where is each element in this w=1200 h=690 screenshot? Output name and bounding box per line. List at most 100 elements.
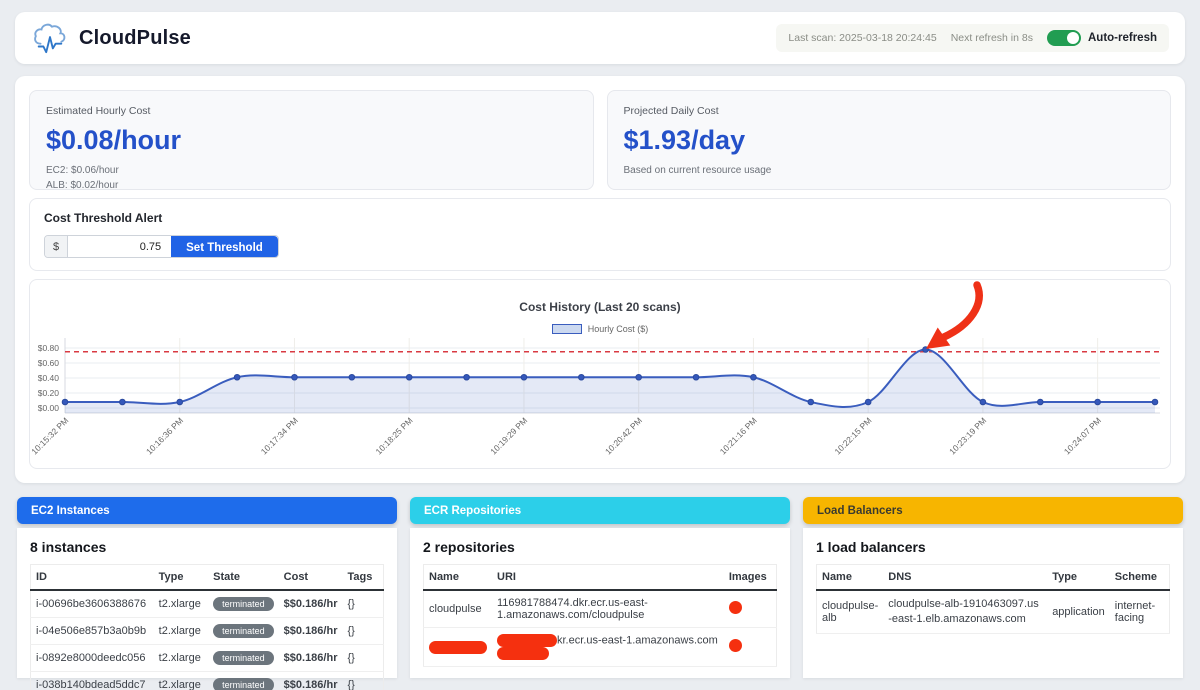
state-badge: terminated <box>213 678 274 690</box>
svg-text:10:15:32 PM: 10:15:32 PM <box>30 415 70 456</box>
cell-lb-name: cloudpulse-alb <box>817 590 884 633</box>
col-id: ID <box>31 565 154 591</box>
cell-lb-dns: cloudpulse-alb-1910463097.us-east-1.elb.… <box>883 590 1047 633</box>
cloudpulse-logo <box>31 21 69 55</box>
svg-text:10:17:34 PM: 10:17:34 PM <box>259 415 300 456</box>
table-row: i-04e506e857b3a0b9bt2.xlarge terminated $$… <box>31 618 384 645</box>
cell-state: terminated <box>208 618 279 645</box>
daily-cost-value: $1.93/day <box>624 125 1155 156</box>
cell-cost: $$0.186/hr <box>279 672 343 690</box>
redaction-mark <box>497 634 557 647</box>
cell-cost: $$0.186/hr <box>279 590 343 618</box>
col-dns: DNS <box>883 565 1047 591</box>
cell-images <box>724 628 777 667</box>
svg-text:10:18:25 PM: 10:18:25 PM <box>373 415 414 456</box>
cell-state: terminated <box>208 645 279 672</box>
cell-repo-uri: 116981788474.dkr.ecr.us-east-1.amazonaws… <box>492 590 724 628</box>
cell-images <box>724 590 777 628</box>
table-row: i-0892e8000deedc056t2.xlargeterminated$$… <box>31 645 384 672</box>
cell-instance-type: t2.xlarge <box>154 618 208 645</box>
alb-cost-line: ALB: $0.02/hour <box>46 179 577 194</box>
cell-state: terminated <box>208 590 279 618</box>
cell-lb-scheme: internet-facing <box>1110 590 1170 633</box>
col-name: Name <box>424 565 493 591</box>
svg-text:10:21:16 PM: 10:21:16 PM <box>718 415 759 456</box>
svg-text:10:24:07 PM: 10:24:07 PM <box>1062 415 1103 456</box>
col-uri: URI <box>492 565 724 591</box>
cell-cost: $$0.186/hr <box>279 618 343 645</box>
cell-repo-uri: kr.ecr.us-east-1.amazonaws.com <box>492 628 724 667</box>
ec2-count: 8 instances <box>30 539 384 555</box>
svg-text:10:20:42 PM: 10:20:42 PM <box>603 415 644 456</box>
hourly-cost-value: $0.08/hour <box>46 125 577 156</box>
cell-repo-name: cloudpulse <box>424 590 493 628</box>
cell-tags: {} <box>342 672 383 690</box>
daily-cost-note: Based on current resource usage <box>624 164 1155 179</box>
auto-refresh-label: Auto-refresh <box>1088 32 1157 44</box>
state-badge: terminated <box>213 597 274 611</box>
threshold-title: Cost Threshold Alert <box>44 211 1156 225</box>
svg-text:10:19:29 PM: 10:19:29 PM <box>488 415 529 456</box>
cell-instance-id: i-00696be3606388676 <box>31 590 154 618</box>
table-row: cloudpulse-albcloudpulse-alb-1910463097.… <box>817 590 1170 633</box>
toggle-knob <box>1067 32 1079 44</box>
set-threshold-button[interactable]: Set Threshold <box>171 236 278 258</box>
lb-panel: Load Balancers 1 load balancers Name DNS… <box>803 497 1183 678</box>
cell-instance-type: t2.xlarge <box>154 672 208 690</box>
col-name: Name <box>817 565 884 591</box>
svg-text:$0.40: $0.40 <box>38 373 60 383</box>
lb-table: Name DNS Type Scheme cloudpulse-albcloud… <box>816 564 1170 634</box>
cell-state: terminated <box>208 672 279 690</box>
col-scheme: Scheme <box>1110 565 1170 591</box>
cost-history-chart: Cost History (Last 20 scans) Hourly Cost… <box>29 279 1171 469</box>
line-chart-canvas: $0.00$0.20$0.40$0.60$0.8010:15:32 PM10:1… <box>30 280 1170 469</box>
ec2-table: ID Type State Cost Tags i-00696be3606388… <box>30 564 384 690</box>
cell-cost: $$0.186/hr <box>279 645 343 672</box>
lb-panel-header: Load Balancers <box>803 497 1183 524</box>
svg-text:10:23:19 PM: 10:23:19 PM <box>947 415 988 456</box>
hourly-cost-label: Estimated Hourly Cost <box>46 105 577 117</box>
ecr-panel: ECR Repositories 2 repositories Name URI… <box>410 497 790 678</box>
col-type: Type <box>154 565 208 591</box>
svg-text:10:16:36 PM: 10:16:36 PM <box>144 415 185 456</box>
daily-cost-card: Projected Daily Cost $1.93/day Based on … <box>607 90 1172 190</box>
table-row: i-00696be3606388676t2.xlargeterminated$$… <box>31 590 384 618</box>
ecr-table: Name URI Images cloudpulse116981788474.d… <box>423 564 777 667</box>
col-cost: Cost <box>279 565 343 591</box>
redaction-mark <box>429 641 487 654</box>
state-badge: terminated <box>213 624 274 638</box>
page-title: CloudPulse <box>79 27 191 50</box>
images-count-badge <box>729 639 742 652</box>
svg-text:10:22:15 PM: 10:22:15 PM <box>832 415 873 456</box>
col-images: Images <box>724 565 777 591</box>
images-count-badge <box>729 601 742 614</box>
cell-instance-id: i-04e506e857b3a0b9b <box>31 618 154 645</box>
cell-instance-id: i-0892e8000deedc056 <box>31 645 154 672</box>
auto-refresh-toggle[interactable] <box>1047 30 1081 46</box>
table-row: kr.ecr.us-east-1.amazonaws.com <box>424 628 777 667</box>
ec2-panel: EC2 Instances 8 instances ID Type State … <box>17 497 397 678</box>
cost-overview-card: Estimated Hourly Cost $0.08/hour EC2: $0… <box>15 76 1185 483</box>
svg-text:$0.00: $0.00 <box>38 403 60 413</box>
redaction-mark <box>497 647 549 660</box>
ec2-cost-line: EC2: $0.06/hour <box>46 164 577 179</box>
col-type: Type <box>1047 565 1110 591</box>
ecr-count: 2 repositories <box>423 539 777 555</box>
last-scan-text: Last scan: 2025-03-18 20:24:45 <box>788 32 936 44</box>
cell-instance-id: i-038b140bdead5ddc7 <box>31 672 154 690</box>
table-row: i-038b140bdead5ddc7t2.xlarge terminated $$… <box>31 672 384 690</box>
state-badge: terminated <box>213 651 274 665</box>
app-header: CloudPulse Last scan: 2025-03-18 20:24:4… <box>15 12 1185 64</box>
col-state: State <box>208 565 279 591</box>
svg-text:$0.20: $0.20 <box>38 388 60 398</box>
cell-lb-type: application <box>1047 590 1110 633</box>
threshold-section: Cost Threshold Alert $ Set Threshold <box>29 198 1171 271</box>
threshold-input[interactable] <box>68 236 170 257</box>
next-refresh-text: Next refresh in 8s <box>951 32 1033 44</box>
cell-tags: {} <box>342 590 383 618</box>
lb-count: 1 load balancers <box>816 539 1170 555</box>
hourly-cost-card: Estimated Hourly Cost $0.08/hour EC2: $0… <box>29 90 594 190</box>
currency-prefix: $ <box>45 236 68 257</box>
cell-tags: {} <box>342 618 383 645</box>
svg-text:$0.60: $0.60 <box>38 358 60 368</box>
